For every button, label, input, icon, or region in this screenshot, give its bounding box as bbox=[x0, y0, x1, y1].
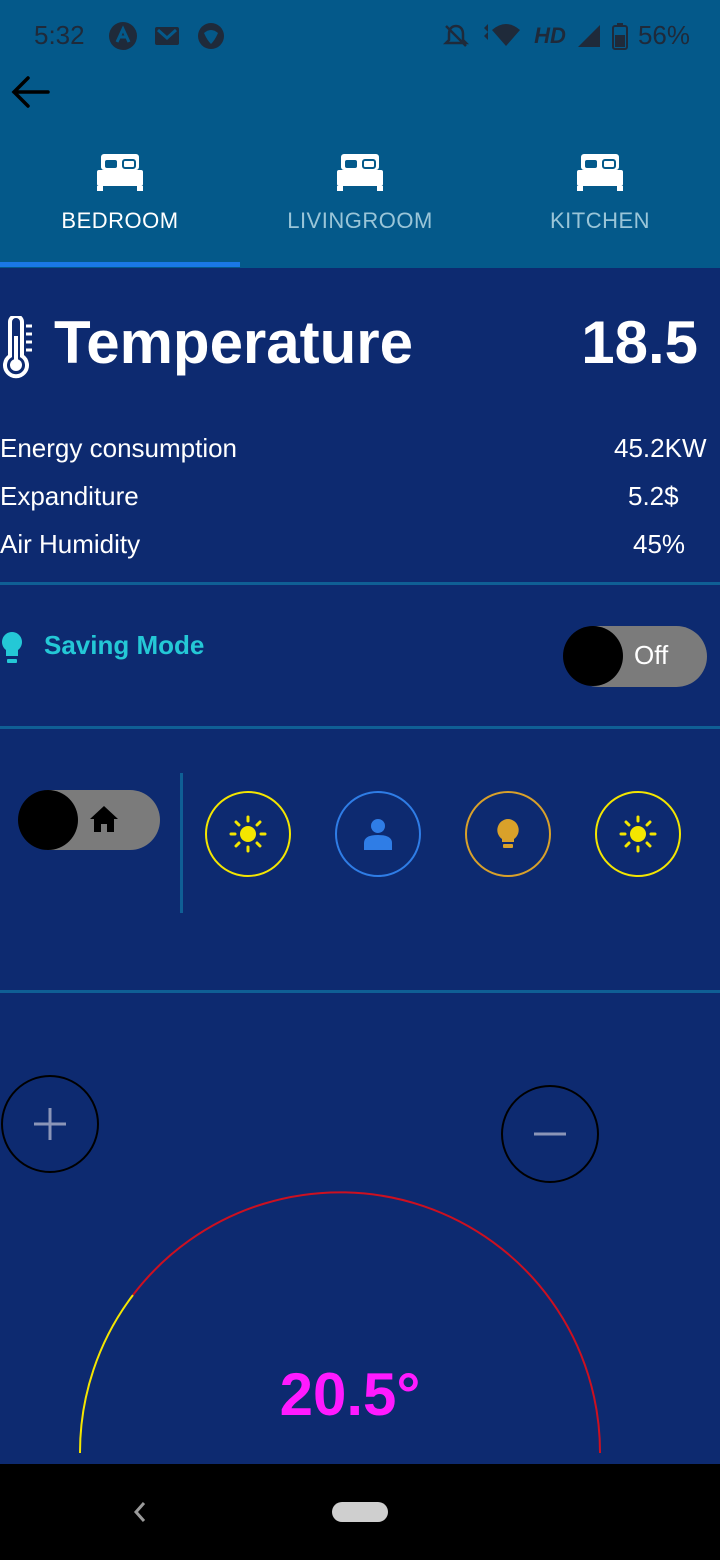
tab-indicator bbox=[0, 262, 240, 267]
home-toggle[interactable] bbox=[18, 790, 160, 850]
bulb-icon bbox=[1, 632, 22, 663]
tab-label: LIVINGROOM bbox=[287, 208, 433, 233]
stat-label: Energy consumption bbox=[0, 433, 238, 463]
thermometer-icon bbox=[3, 316, 32, 379]
sun-icon bbox=[229, 815, 267, 853]
vertical-divider bbox=[180, 773, 183, 913]
toggle-knob[interactable] bbox=[18, 790, 78, 850]
wifi-icon bbox=[484, 23, 521, 46]
sun-icon bbox=[619, 815, 657, 853]
stat-row-energy: Energy consumption 45.2KW bbox=[0, 433, 720, 465]
mute-icon bbox=[443, 24, 470, 47]
home-icon bbox=[90, 806, 118, 832]
toggle-knob[interactable] bbox=[563, 626, 623, 686]
tab-kitchen[interactable]: KITCHEN bbox=[480, 152, 720, 262]
set-temperature-value: 20.5° bbox=[279, 1361, 421, 1428]
stat-row-expenditure: Expanditure 5.2$ bbox=[0, 481, 720, 513]
gmail-icon bbox=[155, 27, 179, 45]
person-icon bbox=[364, 819, 392, 850]
divider bbox=[0, 726, 720, 729]
app-bar: BEDROOM LIVINGROOM KITCHEN bbox=[0, 72, 720, 268]
status-time: 5:32 bbox=[34, 20, 85, 50]
plus-icon bbox=[34, 1108, 66, 1140]
decrease-temp-button[interactable] bbox=[501, 1085, 599, 1183]
home-pill[interactable] bbox=[332, 1502, 388, 1522]
tab-bedroom[interactable]: BEDROOM bbox=[0, 152, 240, 262]
temperature-row: Temperature 18.5 bbox=[0, 300, 720, 390]
toggle-text: Off bbox=[634, 640, 669, 670]
bulb-mode-button[interactable] bbox=[465, 791, 551, 877]
saving-mode-toggle[interactable]: Off bbox=[563, 626, 707, 687]
stat-value: 5.2$ bbox=[628, 481, 679, 511]
stat-label: Expanditure bbox=[0, 481, 139, 511]
network-label: HD bbox=[534, 22, 566, 48]
person-mode-button[interactable] bbox=[335, 791, 421, 877]
bed-icon bbox=[577, 154, 623, 191]
divider bbox=[0, 990, 720, 993]
back-arrow-icon[interactable] bbox=[8, 72, 56, 116]
bed-icon bbox=[337, 154, 383, 191]
tab-livingroom[interactable]: LIVINGROOM bbox=[240, 152, 480, 262]
increase-temp-button[interactable] bbox=[1, 1075, 99, 1173]
temperature-value: 18.5 bbox=[581, 309, 698, 376]
bed-icon bbox=[97, 154, 143, 191]
stat-value: 45.2KW bbox=[614, 433, 707, 463]
signal-icon bbox=[577, 24, 600, 47]
minus-icon bbox=[534, 1132, 566, 1136]
dial-arc-low bbox=[78, 1294, 134, 1454]
browser-icon bbox=[198, 23, 224, 49]
saving-mode-label: Saving Mode bbox=[44, 630, 205, 660]
status-bar: 5:32 HD 56% bbox=[0, 0, 720, 72]
stat-value: 45% bbox=[633, 529, 686, 559]
stat-row-humidity: Air Humidity 45% bbox=[0, 529, 720, 561]
tab-label: BEDROOM bbox=[61, 208, 179, 233]
battery-icon bbox=[611, 22, 628, 50]
sun-mode-button[interactable] bbox=[205, 791, 291, 877]
sun-mode-button-2[interactable] bbox=[595, 791, 681, 877]
tab-label: KITCHEN bbox=[549, 208, 651, 233]
system-nav-bar bbox=[0, 1464, 720, 1560]
nav-back-icon[interactable] bbox=[130, 1499, 150, 1525]
status-right: HD 56% bbox=[442, 20, 690, 51]
stat-label: Air Humidity bbox=[0, 529, 141, 559]
notification-a-icon bbox=[109, 22, 137, 50]
temperature-title: Temperature bbox=[54, 309, 414, 376]
bulb-icon bbox=[497, 819, 519, 848]
divider bbox=[0, 582, 720, 585]
battery-percent: 56% bbox=[637, 20, 690, 50]
